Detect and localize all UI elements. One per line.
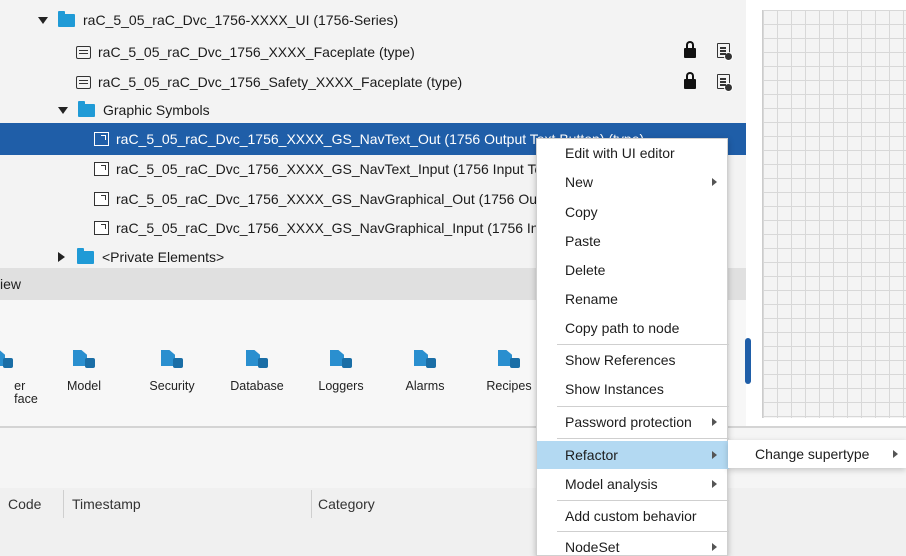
submenu-arrow-icon <box>712 480 717 488</box>
menu-separator <box>557 531 729 532</box>
submenu-arrow-icon <box>893 450 898 458</box>
alarms-icon <box>414 350 436 368</box>
menu-item-nodeset[interactable]: NodeSet <box>537 533 729 556</box>
column-separator[interactable] <box>63 490 64 518</box>
submenu-change-supertype[interactable]: Change supertype <box>728 440 906 468</box>
folder-icon <box>58 10 75 27</box>
tree-node-label: <Private Elements> <box>102 249 225 265</box>
submenu-item-label: Change supertype <box>755 446 870 462</box>
toolbox-item-label: Alarms <box>405 379 445 393</box>
column-header-code[interactable]: Code <box>8 496 41 512</box>
tree-node-faceplate[interactable]: raC_5_05_raC_Dvc_1756_XXXX_Faceplate (ty… <box>76 37 415 67</box>
menu-item-show-references[interactable]: Show References <box>537 346 729 374</box>
user-interface-icon <box>0 350 13 368</box>
toolbox-item-label: Model <box>66 379 102 393</box>
menu-item-label: Delete <box>565 262 606 278</box>
folder-icon <box>77 247 94 264</box>
column-header-category[interactable]: Category <box>318 496 375 512</box>
menu-item-label: Show Instances <box>565 381 664 397</box>
menu-item-label: Edit with UI editor <box>565 145 675 161</box>
menu-item-paste[interactable]: Paste <box>537 227 729 255</box>
recipes-icon <box>498 350 520 368</box>
menu-item-add-custom-behavior[interactable]: Add custom behavior <box>537 502 729 530</box>
menu-item-label: Copy path to node <box>565 320 680 336</box>
submenu-arrow-icon <box>712 178 717 186</box>
properties-icon[interactable] <box>717 74 733 92</box>
graphic-symbol-icon <box>94 192 109 206</box>
menu-item-rename[interactable]: Rename <box>537 285 729 313</box>
lock-icon[interactable] <box>684 41 696 58</box>
toolbox-item-label: Loggers <box>318 379 364 393</box>
menu-item-show-instances[interactable]: Show Instances <box>537 375 729 403</box>
toolbox-item-security[interactable]: Security <box>132 350 212 393</box>
submenu-arrow-icon <box>712 543 717 551</box>
menu-item-model-analysis[interactable]: Model analysis <box>537 470 729 498</box>
design-canvas-grid[interactable] <box>762 10 906 418</box>
expand-caret-icon[interactable] <box>58 106 68 114</box>
toolbox-item-alarms[interactable]: Alarms <box>385 350 465 393</box>
toolbox-item-label: er face <box>14 379 38 406</box>
section-title: iew <box>0 276 22 292</box>
menu-item-label: Model analysis <box>565 476 658 492</box>
collapse-caret-icon[interactable] <box>58 252 65 262</box>
lock-icon[interactable] <box>684 72 696 89</box>
security-icon <box>161 350 183 368</box>
faceplate-icon <box>76 45 91 59</box>
submenu-arrow-icon <box>712 451 717 459</box>
menu-item-refactor[interactable]: Refactor <box>537 441 729 469</box>
menu-item-edit-with-ui-editor[interactable]: Edit with UI editor <box>537 139 729 167</box>
toolbox-item-database[interactable]: Database <box>217 350 297 393</box>
submenu-arrow-icon <box>712 418 717 426</box>
toolbox-item-loggers[interactable]: Loggers <box>301 350 381 393</box>
context-menu: Edit with UI editor New Copy Paste Delet… <box>536 138 729 556</box>
tree-node-label: raC_5_05_raC_Dvc_1756_XXXX_Faceplate (ty… <box>98 44 415 60</box>
toolbox-item-label: Database <box>230 379 284 393</box>
graphic-symbol-icon <box>94 132 109 146</box>
menu-separator <box>557 406 729 407</box>
menu-item-new[interactable]: New <box>537 168 729 196</box>
toolbox-item-model[interactable]: Model <box>44 350 124 393</box>
menu-item-label: Paste <box>565 233 601 249</box>
graphic-symbol-icon <box>94 221 109 235</box>
menu-item-copy-path-to-node[interactable]: Copy path to node <box>537 314 729 342</box>
tree-node-label: Graphic Symbols <box>103 102 210 118</box>
tree-node-graphic-symbols[interactable]: Graphic Symbols <box>58 95 210 125</box>
menu-item-label: NodeSet <box>565 539 620 555</box>
folder-icon <box>78 100 95 117</box>
tree-node-ui-folder[interactable]: raC_5_05_raC_Dvc_1756-XXXX_UI (1756-Seri… <box>38 5 398 35</box>
menu-item-label: Show References <box>565 352 676 368</box>
tree-node-label: raC_5_05_raC_Dvc_1756_Safety_XXXX_Facepl… <box>98 74 463 90</box>
column-header-timestamp[interactable]: Timestamp <box>72 496 141 512</box>
menu-item-password-protection[interactable]: Password protection <box>537 408 729 436</box>
toolbox-item-label: Security <box>149 379 195 393</box>
menu-item-label: Password protection <box>565 414 692 430</box>
menu-item-delete[interactable]: Delete <box>537 256 729 284</box>
properties-icon[interactable] <box>717 43 733 61</box>
menu-separator <box>557 344 729 345</box>
menu-item-label: Refactor <box>565 447 618 463</box>
faceplate-icon <box>76 75 91 89</box>
menu-item-label: New <box>565 174 594 190</box>
menu-separator <box>557 500 729 501</box>
toolbox-item-user-interface[interactable]: er face <box>0 350 42 406</box>
menu-separator <box>557 438 729 439</box>
scrollbar-thumb[interactable] <box>745 338 751 384</box>
menu-item-label: Rename <box>565 291 618 307</box>
menu-item-label: Copy <box>565 204 598 220</box>
column-separator[interactable] <box>311 490 312 518</box>
expand-caret-icon[interactable] <box>38 16 48 24</box>
loggers-icon <box>330 350 352 368</box>
menu-item-label: Add custom behavior <box>565 508 697 524</box>
menu-item-copy[interactable]: Copy <box>537 198 729 226</box>
toolbox-item-label: Recipes <box>486 379 532 393</box>
model-icon <box>73 350 95 368</box>
tree-node-label: raC_5_05_raC_Dvc_1756-XXXX_UI (1756-Seri… <box>83 12 399 28</box>
graphic-symbol-icon <box>94 162 109 176</box>
tree-node-faceplate[interactable]: raC_5_05_raC_Dvc_1756_Safety_XXXX_Facepl… <box>76 67 462 97</box>
database-icon <box>246 350 268 368</box>
